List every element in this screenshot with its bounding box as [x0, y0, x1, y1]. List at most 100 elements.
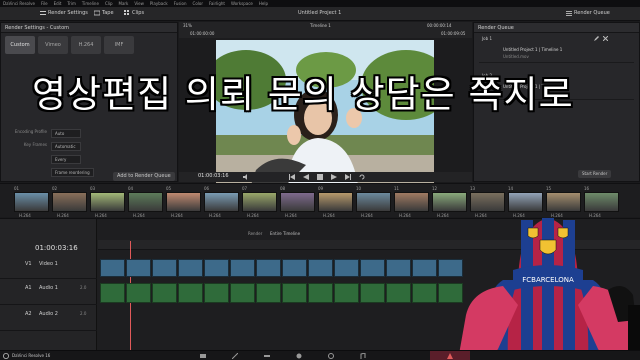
clip-number: 02	[52, 186, 58, 191]
clip-thumbnail[interactable]: H.264	[90, 192, 125, 218]
audio-clip[interactable]	[282, 283, 307, 303]
menu-item[interactable]: Playback	[150, 1, 168, 6]
clip-number: 13	[470, 186, 476, 191]
render-queue-button[interactable]: Render Queue	[566, 10, 610, 16]
color-page-icon[interactable]	[328, 353, 334, 359]
video-clip[interactable]	[360, 259, 385, 277]
audio-clip[interactable]	[178, 283, 203, 303]
play-icon[interactable]	[331, 174, 337, 180]
tape-button[interactable]: Tape	[94, 10, 114, 16]
video-clip[interactable]	[386, 259, 411, 277]
out-timecode: 01:00:09:05	[441, 31, 466, 36]
clip-thumbnail[interactable]: H.264	[318, 192, 353, 218]
format-preset[interactable]: H.264	[71, 36, 101, 54]
menu-item[interactable]: Workspace	[231, 1, 253, 6]
format-preset[interactable]: Custom	[5, 36, 35, 54]
render-settings-title: Render Settings - Custom	[1, 23, 177, 33]
timeline-name[interactable]: Timeline 1	[310, 24, 331, 28]
audio-clip[interactable]	[126, 283, 151, 303]
audio-clip[interactable]	[334, 283, 359, 303]
clip-thumbnail[interactable]: H.264	[394, 192, 429, 218]
menu-item[interactable]: View	[134, 1, 144, 6]
setting-row: Key Frames Automatic	[1, 140, 177, 153]
add-to-render-queue-button[interactable]: Add to Render Queue	[113, 172, 175, 181]
clip-thumbnail[interactable]: H.264	[242, 192, 277, 218]
fairlight-page-icon[interactable]	[360, 353, 366, 359]
track-id: A2	[25, 311, 32, 317]
fusion-page-icon[interactable]	[296, 353, 302, 359]
edit-icon[interactable]	[594, 36, 599, 41]
track-header-audio[interactable]: A2 Audio 2 2.0	[0, 307, 97, 331]
deliver-page-tab[interactable]	[430, 351, 470, 360]
setting-radio[interactable]: Automatic	[51, 142, 81, 151]
clip-thumbnail[interactable]: H.264	[356, 192, 391, 218]
skip-forward-icon[interactable]	[345, 174, 351, 180]
clip-thumbnail[interactable]: H.264	[204, 192, 239, 218]
video-clip[interactable]	[282, 259, 307, 277]
track-name: Audio 2	[39, 311, 58, 317]
close-icon[interactable]	[603, 36, 608, 41]
format-preset[interactable]: IMF	[104, 36, 134, 54]
video-clip[interactable]	[334, 259, 359, 277]
media-page-icon[interactable]	[200, 353, 206, 359]
setting-checkbox[interactable]: Frame reordering	[51, 168, 94, 177]
menu-item[interactable]: DaVinci Resolve	[3, 1, 35, 6]
skip-back-icon[interactable]	[289, 174, 295, 180]
clip-thumbnail[interactable]: H.264	[546, 192, 581, 218]
video-clip[interactable]	[100, 259, 125, 277]
audio-clip[interactable]	[386, 283, 411, 303]
setting-radio[interactable]: Every	[51, 155, 81, 164]
format-preset[interactable]: Vimeo	[38, 36, 68, 54]
edit-page-icon[interactable]	[264, 353, 270, 359]
play-reverse-icon[interactable]	[303, 174, 309, 180]
audio-clip[interactable]	[256, 283, 281, 303]
menu-item[interactable]: Fairlight	[209, 1, 225, 6]
clip-thumbnail[interactable]: H.264	[432, 192, 467, 218]
clip-number: 01	[14, 186, 20, 191]
menu-item[interactable]: Timeline	[82, 1, 99, 6]
audio-clip[interactable]	[152, 283, 177, 303]
audio-clip[interactable]	[412, 283, 437, 303]
menu-item[interactable]: Help	[259, 1, 268, 6]
render-settings-button[interactable]: Render Settings	[40, 10, 88, 16]
clip-thumbnail[interactable]: H.264	[584, 192, 619, 218]
stop-icon[interactable]	[317, 174, 323, 180]
video-clip[interactable]	[308, 259, 333, 277]
cut-page-icon[interactable]	[232, 353, 238, 359]
clip-thumbnail[interactable]: H.264	[128, 192, 163, 218]
clip-thumbnail[interactable]: H.264	[280, 192, 315, 218]
menu-item[interactable]: Fusion	[174, 1, 187, 6]
clip-thumbnail[interactable]: H.264	[52, 192, 87, 218]
video-clip[interactable]	[230, 259, 255, 277]
clips-button[interactable]: Clips	[124, 10, 144, 16]
audio-clip[interactable]	[230, 283, 255, 303]
video-clip[interactable]	[204, 259, 229, 277]
setting-dropdown[interactable]: Auto	[51, 129, 81, 138]
clip-thumbnail[interactable]: H.264	[508, 192, 543, 218]
video-clip[interactable]	[126, 259, 151, 277]
menu-item[interactable]: Clip	[105, 1, 113, 6]
menu-item[interactable]: Mark	[119, 1, 129, 6]
clip-thumbnail[interactable]: H.264	[14, 192, 49, 218]
video-clip[interactable]	[178, 259, 203, 277]
render-job[interactable]: Job 1 Untitled Project 1 | Timeline 1 Un…	[479, 35, 634, 63]
zoom-level[interactable]: 31%	[183, 24, 192, 28]
audio-clip[interactable]	[308, 283, 333, 303]
audio-clip[interactable]	[360, 283, 385, 303]
audio-clip[interactable]	[100, 283, 125, 303]
menu-item[interactable]: File	[41, 1, 48, 6]
track-header-video[interactable]: V1 Video 1	[0, 257, 97, 279]
video-clip[interactable]	[152, 259, 177, 277]
clip-thumbnail[interactable]: H.264	[470, 192, 505, 218]
start-render-button[interactable]: Start Render	[578, 170, 612, 178]
menu-item[interactable]: Edit	[54, 1, 62, 6]
menu-item[interactable]: Trim	[67, 1, 76, 6]
menu-item[interactable]: Color	[193, 1, 203, 6]
video-clip[interactable]	[256, 259, 281, 277]
track-header-audio[interactable]: A1 Audio 1 2.0	[0, 281, 97, 305]
clip-thumbnail[interactable]: H.264	[166, 192, 201, 218]
audio-clip[interactable]	[204, 283, 229, 303]
loop-icon[interactable]	[359, 174, 365, 180]
audio-icon[interactable]	[243, 174, 249, 180]
video-clip[interactable]	[412, 259, 437, 277]
